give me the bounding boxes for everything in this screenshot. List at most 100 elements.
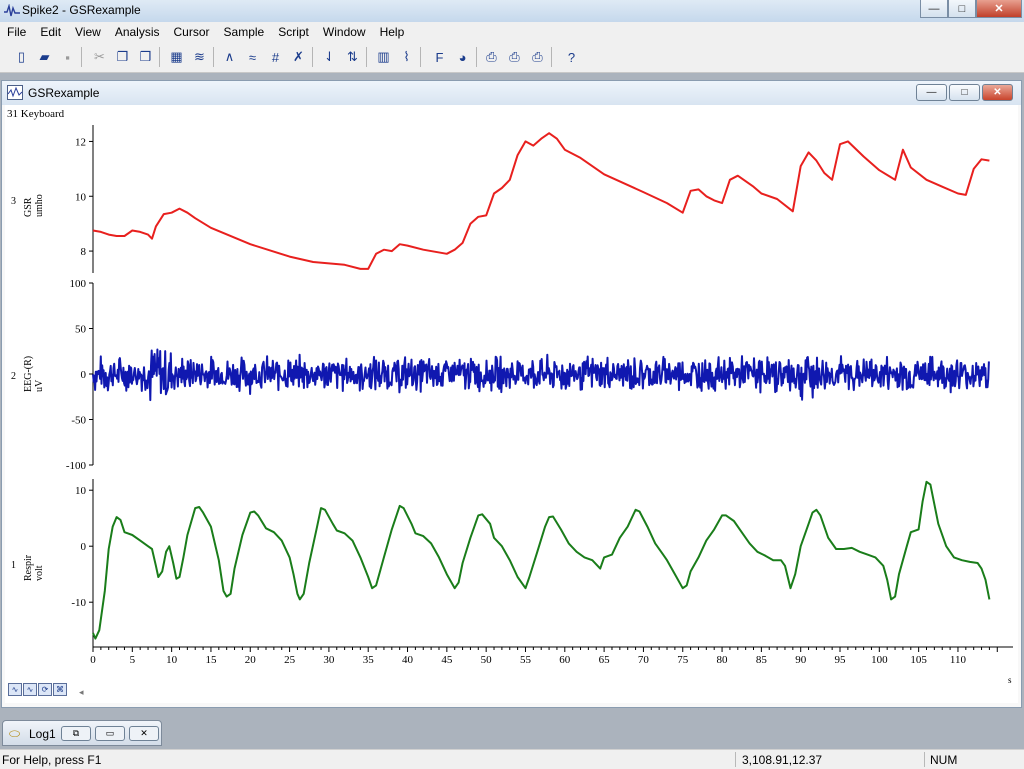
y-tick-label: 100: [70, 278, 87, 290]
open-folder-icon[interactable]: ▰: [33, 46, 56, 68]
grid-icon[interactable]: #: [264, 46, 287, 68]
toolbar-group2: ✂ ❐ ❒: [88, 46, 162, 68]
log-icon: ⬭: [9, 726, 21, 741]
menu-cursor[interactable]: Cursor: [167, 25, 217, 39]
y-tick-label: -10: [71, 597, 86, 609]
histogram-icon[interactable]: ▥: [372, 46, 395, 68]
toolbar-group6: ▥ ⌇: [372, 46, 423, 68]
cursor-updown-icon[interactable]: ⇅: [341, 46, 364, 68]
waveform-overlay-icon[interactable]: ≈: [241, 46, 264, 68]
x-tick-label: 25: [284, 654, 296, 666]
toolbar-group9: ?: [560, 46, 583, 68]
y-tick-label: 10: [75, 191, 87, 203]
mdi-taskbar: ⬭ Log1 ⧉ ▭ ✕: [0, 718, 1024, 748]
toolbar-group3: ▦ ≋: [165, 46, 216, 68]
signal-chart[interactable]: 81012GSRumho3-100-50050100EEG-(R)uV2-100…: [5, 105, 1018, 703]
print-icon[interactable]: ⎙: [480, 46, 503, 68]
menu-help[interactable]: Help: [373, 25, 412, 39]
view-mode-button[interactable]: ⌘: [53, 683, 67, 696]
x-tick-label: 60: [559, 654, 571, 666]
data-view-title-bar: GSRexample — □ ✕: [2, 81, 1021, 105]
x-tick-label: 45: [441, 654, 453, 666]
channel-number: 3: [11, 196, 16, 207]
print-visible-icon[interactable]: ⎙: [503, 46, 526, 68]
scroll-left-arrow-icon[interactable]: ◂: [79, 687, 84, 698]
x-tick-label: 35: [363, 654, 375, 666]
toolbar-separator: [312, 47, 313, 67]
color-palette-icon[interactable]: ◕: [451, 46, 474, 68]
menu-script[interactable]: Script: [271, 25, 316, 39]
x-tick-label: 80: [717, 654, 729, 666]
x-tick-label: 0: [90, 654, 96, 666]
series-line-respir: [92, 480, 991, 640]
series-line-gsr: [92, 132, 990, 270]
x-tick-label: 20: [245, 654, 257, 666]
analysis-graph-icon[interactable]: ⌇: [395, 46, 418, 68]
cut-icon[interactable]: ✂: [88, 46, 111, 68]
menu-analysis[interactable]: Analysis: [108, 25, 167, 39]
window-title-bar: Spike2 - GSRexample — □ ✕: [0, 0, 1024, 23]
remove-waveform-icon[interactable]: ✗: [287, 46, 310, 68]
view-mode-button[interactable]: ∿: [23, 683, 37, 696]
x-tick-label: 65: [599, 654, 611, 666]
toolbar-group7: F ◕: [428, 46, 479, 68]
y-tick-label: 10: [75, 485, 87, 497]
log-title: Log1: [29, 727, 56, 741]
toolbar-group5: ⇃ ⇅: [318, 46, 369, 68]
save-icon[interactable]: ▪: [56, 46, 79, 68]
series-line-eegr: [92, 348, 990, 402]
spike2-app-icon: [4, 4, 20, 17]
plot-area[interactable]: 8 10 12 GSRumho 3 -100 -50 0 50 100 EEG-(R)uV 2 -10 0…: [5, 105, 1018, 703]
status-cursor-coords: 3,108.91,12.37: [742, 753, 823, 767]
toolbar-group8: ⎙ ⎙ ⎙: [480, 46, 554, 68]
x-tick-label: 50: [481, 654, 493, 666]
menu-edit[interactable]: Edit: [33, 25, 68, 39]
print-screen-icon[interactable]: ⎙: [526, 46, 549, 68]
toolbar-separator: [476, 47, 477, 67]
menu-file[interactable]: File: [0, 25, 33, 39]
x-tick-label: 85: [756, 654, 768, 666]
toolbar-separator: [366, 47, 367, 67]
xy-view-icon[interactable]: ▦: [165, 46, 188, 68]
y-tick-label: -50: [71, 415, 86, 427]
data-view-icon: [7, 85, 23, 100]
num-lock-indicator: NUM: [930, 753, 958, 767]
y-tick-label: 12: [75, 136, 86, 148]
view-mode-button[interactable]: ⟳: [38, 683, 52, 696]
log-restore-button[interactable]: ⧉: [61, 726, 91, 741]
log-window-minimized[interactable]: ⬭ Log1 ⧉ ▭ ✕: [2, 720, 162, 746]
help-icon[interactable]: ?: [560, 46, 583, 68]
child-minimize-button[interactable]: —: [916, 84, 947, 101]
view-mode-button[interactable]: ∿: [8, 683, 22, 696]
paste-icon[interactable]: ❒: [134, 46, 157, 68]
x-tick-label: 100: [871, 654, 888, 666]
channel-display-icon[interactable]: ≋: [188, 46, 211, 68]
copy-icon[interactable]: ❐: [111, 46, 134, 68]
new-file-icon[interactable]: ▯: [10, 46, 33, 68]
menu-bar: File Edit View Analysis Cursor Sample Script Wi…: [0, 22, 1024, 42]
child-maximize-button[interactable]: □: [949, 84, 980, 101]
menu-sample[interactable]: Sample: [217, 25, 272, 39]
font-icon[interactable]: F: [428, 46, 451, 68]
toolbar-group1: ▯ ▰ ▪: [10, 46, 84, 68]
toolbar-separator: [551, 47, 552, 67]
menu-window[interactable]: Window: [316, 25, 373, 39]
cursor-down-icon[interactable]: ⇃: [318, 46, 341, 68]
channel-number: 2: [11, 371, 16, 382]
channel-label: EEG-(R)uV: [23, 356, 45, 392]
menu-view[interactable]: View: [68, 25, 108, 39]
waveform-icon[interactable]: ∧: [218, 46, 241, 68]
y-tick-label: -100: [66, 460, 87, 472]
x-tick-label: 5: [130, 654, 136, 666]
toolbar-separator: [420, 47, 421, 67]
child-close-button[interactable]: ✕: [982, 84, 1013, 101]
toolbar-separator: [159, 47, 160, 67]
log-close-button[interactable]: ✕: [129, 726, 159, 741]
data-view-window: GSRexample — □ ✕ 8 10 12 GSRumho 3 -100 -50 0 50…: [1, 80, 1022, 708]
maximize-button[interactable]: □: [948, 0, 976, 18]
close-button[interactable]: ✕: [976, 0, 1022, 18]
minimize-button[interactable]: —: [920, 0, 948, 18]
log-maximize-button[interactable]: ▭: [95, 726, 125, 741]
y-tick-label: 50: [75, 324, 87, 336]
x-tick-label: 15: [205, 654, 217, 666]
